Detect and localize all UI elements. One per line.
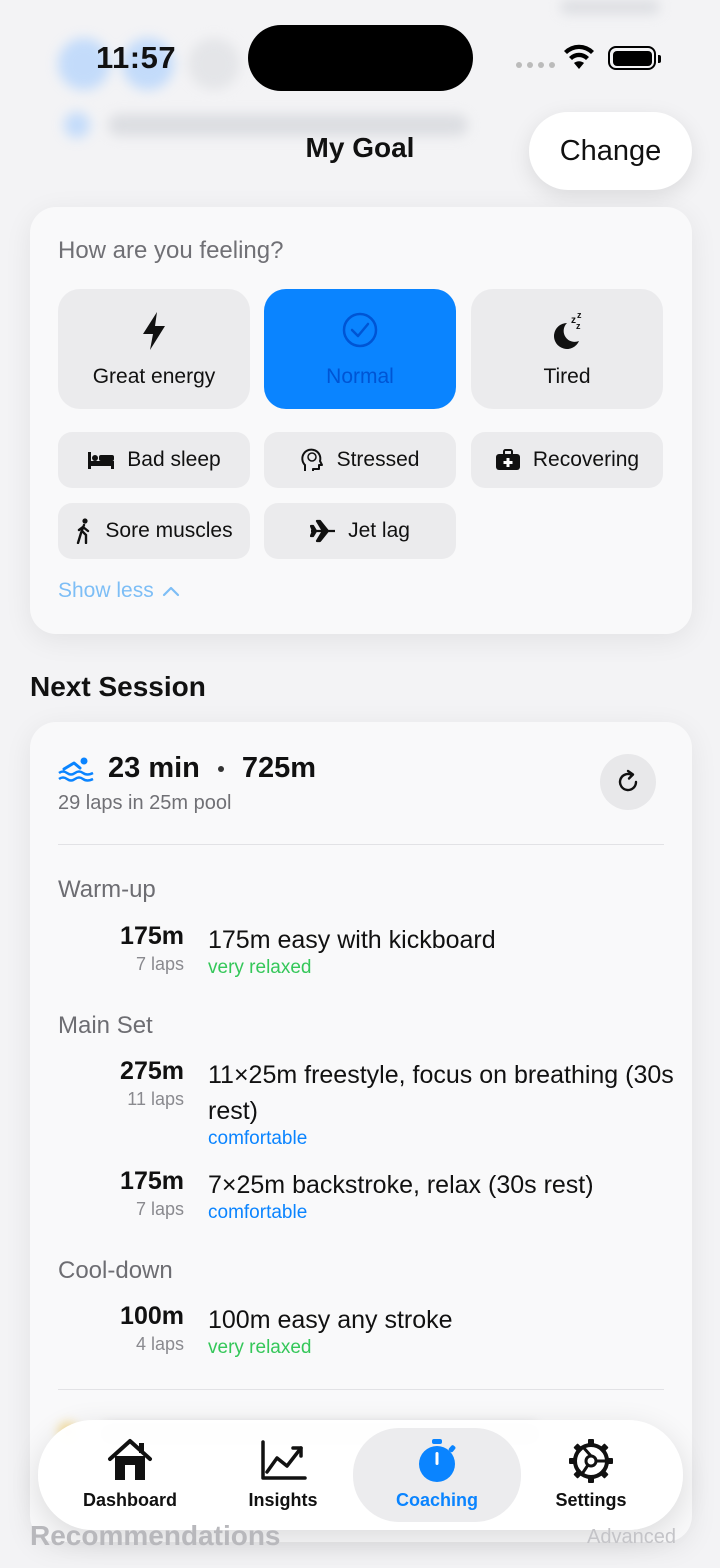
step-distance: 100m	[120, 1302, 184, 1330]
recommendations-title: Recommendations	[30, 1520, 281, 1551]
tab-insights[interactable]: Insights	[203, 1420, 363, 1530]
session-distance: 725m	[241, 752, 317, 784]
session-subtitle: 29 laps in 25m pool	[58, 792, 232, 814]
chip-label: Jet lag	[348, 519, 410, 542]
step-laps: 7 laps	[135, 1199, 184, 1219]
show-less-button[interactable]: Show less	[58, 579, 180, 603]
step-effort: comfortable	[208, 1128, 308, 1149]
feeling-question: How are you feeling?	[58, 237, 284, 264]
divider	[58, 1389, 664, 1390]
cellular-signal-icon	[516, 62, 555, 68]
phase-title-main-set: Main Set	[58, 1012, 153, 1039]
regenerate-session-button[interactable]	[600, 754, 656, 810]
chip-label: Bad sleep	[127, 448, 221, 471]
step-laps: 7 laps	[135, 954, 184, 974]
chart-line-icon	[261, 1440, 307, 1480]
feeling-card: How are you feeling? Great energy Normal…	[30, 207, 692, 634]
mood-label: Normal	[326, 365, 394, 388]
svg-text:z: z	[576, 321, 581, 331]
tab-label: Dashboard	[82, 1490, 178, 1510]
show-less-label: Show less	[58, 579, 154, 602]
chip-stressed[interactable]: Stressed	[264, 432, 456, 488]
head-brain-icon	[300, 448, 323, 471]
change-goal-button[interactable]: Change	[529, 112, 692, 190]
separator-dot	[217, 765, 224, 772]
chip-jet-lag[interactable]: Jet lag	[264, 503, 456, 559]
house-icon	[108, 1439, 152, 1480]
phase-title-cool-down: Cool-down	[58, 1257, 173, 1284]
chip-label: Sore muscles	[105, 519, 233, 542]
mood-label: Tired	[543, 365, 591, 388]
mood-tired-button[interactable]: z z z Tired	[471, 289, 663, 409]
tab-bar: Dashboard Insights Coaching Settings	[38, 1420, 683, 1530]
swimming-icon	[58, 757, 94, 782]
status-time: 11:57	[96, 40, 177, 75]
session-summary: 23 min 725m	[58, 752, 316, 785]
step-distance: 175m	[120, 1167, 184, 1195]
tab-settings[interactable]: Settings	[511, 1420, 671, 1530]
medical-kit-icon	[495, 449, 520, 470]
divider	[58, 844, 664, 845]
step-description: 7×25m backstroke, relax (30s rest)	[208, 1171, 594, 1199]
step-effort: very relaxed	[208, 957, 312, 978]
chip-bad-sleep[interactable]: Bad sleep	[58, 432, 250, 488]
walking-person-icon	[77, 518, 90, 544]
step-effort: very relaxed	[208, 1337, 312, 1358]
step-description: 11×25m freestyle, focus on breathing (30…	[208, 1061, 674, 1125]
refresh-icon	[618, 769, 638, 792]
step-laps: 11 laps	[127, 1089, 184, 1109]
bed-icon	[88, 452, 115, 469]
step-description: 175m easy with kickboard	[208, 926, 496, 954]
step-distance: 175m	[120, 922, 184, 950]
status-bar: 11:57	[0, 0, 720, 116]
chip-label: Recovering	[532, 448, 640, 471]
dynamic-island	[248, 25, 473, 91]
tab-coaching[interactable]: Coaching	[353, 1428, 521, 1522]
gear-icon	[569, 1439, 613, 1483]
bolt-icon	[143, 312, 165, 350]
tab-label: Insights	[248, 1490, 318, 1510]
airplane-icon	[310, 519, 336, 543]
step-laps: 4 laps	[135, 1334, 184, 1354]
tab-label: Coaching	[395, 1490, 478, 1510]
session-duration: 23 min	[108, 752, 200, 784]
stopwatch-icon	[419, 1439, 456, 1482]
check-circle-icon	[342, 312, 378, 348]
moon-zzz-icon: z z z	[554, 311, 582, 349]
section-title-next-session: Next Session	[30, 671, 206, 702]
mood-normal-button[interactable]: Normal	[264, 289, 456, 409]
svg-text:z: z	[577, 311, 582, 320]
step-distance: 275m	[120, 1057, 184, 1085]
wifi-icon	[564, 44, 594, 69]
step-effort: comfortable	[208, 1202, 308, 1223]
step-description: 100m easy any stroke	[208, 1306, 453, 1334]
tab-label: Settings	[555, 1490, 627, 1510]
battery-icon	[608, 46, 661, 70]
mood-label: Great energy	[92, 365, 216, 388]
mood-great-energy-button[interactable]: Great energy	[58, 289, 250, 409]
tab-dashboard[interactable]: Dashboard	[50, 1420, 210, 1530]
chip-sore-muscles[interactable]: Sore muscles	[58, 503, 250, 559]
advanced-link[interactable]: Advanced	[587, 1526, 676, 1549]
chip-recovering[interactable]: Recovering	[471, 432, 663, 488]
chevron-up-icon	[162, 586, 179, 597]
chip-label: Stressed	[336, 448, 420, 471]
phase-title-warm-up: Warm-up	[58, 876, 156, 903]
